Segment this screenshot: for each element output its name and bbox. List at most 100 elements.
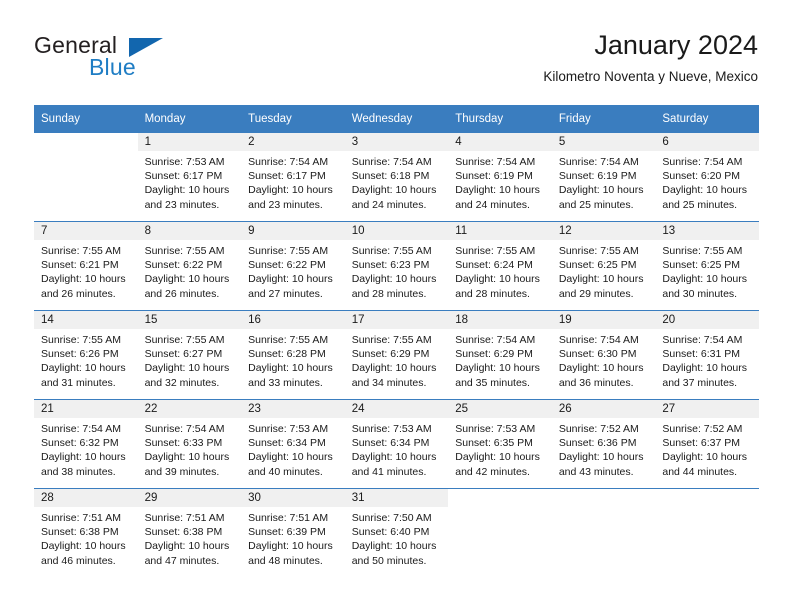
daylight-text-line2: and 25 minutes. (662, 198, 738, 211)
day-number: 28 (34, 489, 138, 507)
day-cell[interactable]: 17 Sunrise: 7:55 AM Sunset: 6:29 PM Dayl… (344, 310, 449, 400)
sunrise-text: Sunrise: 7:52 AM (558, 423, 639, 435)
sunset-text: Sunset: 6:34 PM (248, 437, 326, 450)
sunset-text: Sunset: 6:22 PM (144, 259, 223, 272)
daylight-text-line1: Daylight: 10 hours (662, 184, 748, 197)
sunset-text: Sunset: 6:37 PM (662, 437, 741, 450)
day-cell[interactable] (448, 488, 552, 577)
day-number: 20 (655, 311, 759, 329)
day-cell[interactable]: 27 Sunrise: 7:52 AM Sunset: 6:37 PM Dayl… (655, 399, 759, 489)
day-number: 24 (344, 400, 449, 418)
calendar-week-row: 28 Sunrise: 7:51 AM Sunset: 6:38 PM Dayl… (34, 488, 759, 577)
daylight-text-line1: Daylight: 10 hours (662, 451, 748, 464)
sunset-text: Sunset: 6:29 PM (351, 348, 430, 361)
day-details: Sunrise: 7:54 AM Sunset: 6:30 PM Dayligh… (552, 329, 656, 390)
day-cell[interactable]: 29 Sunrise: 7:51 AM Sunset: 6:38 PM Dayl… (137, 488, 242, 577)
day-cell[interactable]: 7 Sunrise: 7:55 AM Sunset: 6:21 PM Dayli… (34, 221, 138, 311)
day-cell[interactable]: 5 Sunrise: 7:54 AM Sunset: 6:19 PM Dayli… (551, 132, 656, 222)
sunset-text: Sunset: 6:28 PM (248, 348, 326, 361)
day-cell[interactable] (655, 488, 759, 577)
day-details: Sunrise: 7:55 AM Sunset: 6:22 PM Dayligh… (138, 240, 242, 301)
sunrise-text: Sunrise: 7:55 AM (248, 245, 329, 257)
daylight-text-line2: and 41 minutes. (351, 465, 427, 478)
title-block: January 2024 Kilometro Noventa y Nueve, … (543, 28, 758, 87)
day-cell[interactable]: 3 Sunrise: 7:54 AM Sunset: 6:18 PM Dayli… (344, 132, 449, 222)
day-details: Sunrise: 7:54 AM Sunset: 6:29 PM Dayligh… (448, 329, 552, 390)
daylight-text-line2: and 46 minutes. (41, 554, 116, 567)
sunrise-text: Sunrise: 7:55 AM (351, 245, 432, 257)
day-cell[interactable]: 4 Sunrise: 7:54 AM Sunset: 6:19 PM Dayli… (448, 132, 552, 222)
daylight-text-line1: Daylight: 10 hours (455, 273, 540, 286)
day-cell[interactable]: 14 Sunrise: 7:55 AM Sunset: 6:26 PM Dayl… (34, 310, 138, 400)
day-cell[interactable]: 22 Sunrise: 7:54 AM Sunset: 6:33 PM Dayl… (137, 399, 242, 489)
sunrise-text: Sunrise: 7:53 AM (351, 423, 432, 435)
day-cell[interactable]: 26 Sunrise: 7:52 AM Sunset: 6:36 PM Dayl… (551, 399, 656, 489)
daylight-text-line1: Daylight: 10 hours (455, 184, 540, 197)
day-cell[interactable]: 21 Sunrise: 7:54 AM Sunset: 6:32 PM Dayl… (34, 399, 138, 489)
day-cell[interactable]: 15 Sunrise: 7:55 AM Sunset: 6:27 PM Dayl… (137, 310, 242, 400)
daylight-text-line2: and 37 minutes. (662, 376, 738, 389)
day-cell[interactable] (551, 488, 656, 577)
day-number: 23 (241, 400, 345, 418)
day-details: Sunrise: 7:55 AM Sunset: 6:25 PM Dayligh… (655, 240, 759, 301)
sunset-text: Sunset: 6:19 PM (455, 170, 533, 183)
daylight-text-line2: and 35 minutes. (455, 376, 530, 389)
daylight-text-line2: and 27 minutes. (248, 287, 323, 300)
sunrise-text: Sunrise: 7:54 AM (144, 423, 225, 435)
day-details (448, 507, 552, 511)
day-cell[interactable]: 20 Sunrise: 7:54 AM Sunset: 6:31 PM Dayl… (655, 310, 759, 400)
day-cell[interactable]: 23 Sunrise: 7:53 AM Sunset: 6:34 PM Dayl… (241, 399, 345, 489)
sunset-text: Sunset: 6:26 PM (41, 348, 119, 361)
day-details: Sunrise: 7:53 AM Sunset: 6:34 PM Dayligh… (345, 418, 449, 479)
day-cell[interactable]: 10 Sunrise: 7:55 AM Sunset: 6:23 PM Dayl… (344, 221, 449, 311)
day-number: 31 (344, 489, 449, 507)
day-cell-inner: 7 Sunrise: 7:55 AM Sunset: 6:21 PM Dayli… (34, 222, 138, 310)
day-details: Sunrise: 7:55 AM Sunset: 6:21 PM Dayligh… (34, 240, 138, 301)
day-details (34, 151, 138, 155)
day-cell[interactable]: 16 Sunrise: 7:55 AM Sunset: 6:28 PM Dayl… (241, 310, 345, 400)
day-number: 13 (655, 222, 759, 240)
day-cell[interactable] (34, 132, 138, 222)
sunrise-text: Sunrise: 7:50 AM (351, 512, 432, 524)
daylight-text-line2: and 47 minutes. (144, 554, 220, 567)
day-cell-inner: 29 Sunrise: 7:51 AM Sunset: 6:38 PM Dayl… (137, 489, 242, 577)
sunset-text: Sunset: 6:18 PM (351, 170, 430, 183)
day-cell[interactable]: 9 Sunrise: 7:55 AM Sunset: 6:22 PM Dayli… (241, 221, 345, 311)
daylight-text-line1: Daylight: 10 hours (351, 273, 437, 286)
daylight-text-line2: and 24 minutes. (351, 198, 427, 211)
sunrise-text: Sunrise: 7:55 AM (662, 245, 743, 257)
page-title: January 2024 (594, 30, 758, 60)
daylight-text-line1: Daylight: 10 hours (662, 273, 748, 286)
weekday-header-monday: Monday (137, 105, 242, 133)
day-cell-inner: 12 Sunrise: 7:55 AM Sunset: 6:25 PM Dayl… (551, 222, 656, 310)
sunset-text: Sunset: 6:29 PM (455, 348, 533, 361)
sunrise-text: Sunrise: 7:53 AM (144, 156, 225, 168)
day-details: Sunrise: 7:55 AM Sunset: 6:24 PM Dayligh… (448, 240, 552, 301)
day-number (655, 489, 759, 507)
day-details: Sunrise: 7:54 AM Sunset: 6:32 PM Dayligh… (34, 418, 138, 479)
brand-logo[interactable]: General Blue (34, 32, 264, 88)
day-cell[interactable]: 24 Sunrise: 7:53 AM Sunset: 6:34 PM Dayl… (344, 399, 449, 489)
day-cell[interactable]: 30 Sunrise: 7:51 AM Sunset: 6:39 PM Dayl… (241, 488, 345, 577)
calendar-week-row: 7 Sunrise: 7:55 AM Sunset: 6:21 PM Dayli… (34, 221, 759, 311)
sunrise-text: Sunrise: 7:55 AM (351, 334, 432, 346)
day-cell[interactable]: 31 Sunrise: 7:50 AM Sunset: 6:40 PM Dayl… (344, 488, 449, 577)
sunset-text: Sunset: 6:24 PM (455, 259, 533, 272)
day-details: Sunrise: 7:54 AM Sunset: 6:19 PM Dayligh… (448, 151, 552, 212)
day-cell[interactable]: 13 Sunrise: 7:55 AM Sunset: 6:25 PM Dayl… (655, 221, 759, 311)
sunset-text: Sunset: 6:17 PM (248, 170, 326, 183)
day-number: 15 (137, 311, 242, 329)
day-cell[interactable]: 25 Sunrise: 7:53 AM Sunset: 6:35 PM Dayl… (448, 399, 552, 489)
day-details: Sunrise: 7:50 AM Sunset: 6:40 PM Dayligh… (345, 507, 449, 568)
day-cell[interactable]: 1 Sunrise: 7:53 AM Sunset: 6:17 PM Dayli… (137, 132, 242, 222)
day-cell[interactable]: 12 Sunrise: 7:55 AM Sunset: 6:25 PM Dayl… (551, 221, 656, 311)
day-cell[interactable]: 11 Sunrise: 7:55 AM Sunset: 6:24 PM Dayl… (448, 221, 552, 311)
day-cell[interactable]: 2 Sunrise: 7:54 AM Sunset: 6:17 PM Dayli… (241, 132, 345, 222)
day-cell[interactable]: 18 Sunrise: 7:54 AM Sunset: 6:29 PM Dayl… (448, 310, 552, 400)
day-cell[interactable]: 8 Sunrise: 7:55 AM Sunset: 6:22 PM Dayli… (137, 221, 242, 311)
day-cell[interactable]: 19 Sunrise: 7:54 AM Sunset: 6:30 PM Dayl… (551, 310, 656, 400)
day-cell[interactable]: 28 Sunrise: 7:51 AM Sunset: 6:38 PM Dayl… (34, 488, 138, 577)
day-cell[interactable]: 6 Sunrise: 7:54 AM Sunset: 6:20 PM Dayli… (655, 132, 759, 222)
day-details: Sunrise: 7:55 AM Sunset: 6:23 PM Dayligh… (345, 240, 449, 301)
sunset-text: Sunset: 6:22 PM (248, 259, 326, 272)
